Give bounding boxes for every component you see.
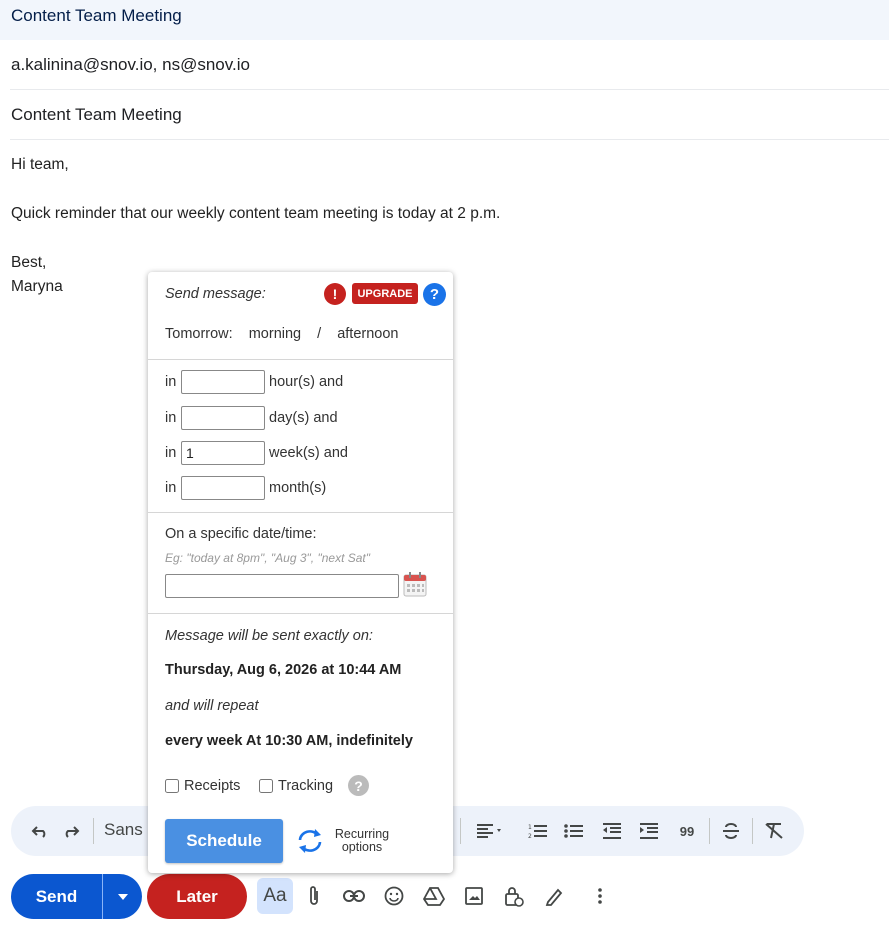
compose-title-bar[interactable]: Content Team Meeting <box>0 0 889 40</box>
subject-field[interactable]: Content Team Meeting <box>10 90 889 140</box>
in-label: in <box>165 374 177 390</box>
strikethrough-icon[interactable] <box>715 812 747 850</box>
upgrade-button[interactable]: UPGRADE <box>352 283 418 304</box>
tracking-checkbox[interactable] <box>259 779 273 793</box>
scheduled-datetime: Thursday, Aug 6, 2026 at 10:44 AM <box>165 662 402 678</box>
send-options-button[interactable] <box>102 874 142 919</box>
svg-text:1: 1 <box>528 824 532 831</box>
formatting-options-button[interactable]: Aa <box>257 878 293 914</box>
tracking-help-icon[interactable]: ? <box>348 775 369 796</box>
bulleted-list-icon[interactable] <box>558 812 590 850</box>
tomorrow-options: Tomorrow: morning / afternoon <box>165 326 398 342</box>
toolbar-divider <box>752 818 753 844</box>
weeks-input[interactable] <box>181 441 265 465</box>
weeks-unit-label: week(s) and <box>269 445 348 461</box>
weeks-row: in week(s) and <box>165 441 348 465</box>
days-input[interactable] <box>181 406 265 430</box>
tomorrow-separator: / <box>317 326 322 342</box>
tomorrow-afternoon-link[interactable]: afternoon <box>337 326 398 342</box>
schedule-button[interactable]: Schedule <box>165 819 283 863</box>
recurring-options-button[interactable]: Recurring options <box>330 828 394 854</box>
subject-value: Content Team Meeting <box>11 105 182 124</box>
redo-icon[interactable] <box>55 812 87 850</box>
alert-badge-icon: ! <box>324 283 346 305</box>
recipients-value: a.kalinina@snov.io, ns@snov.io <box>11 55 250 74</box>
compose-title: Content Team Meeting <box>11 6 182 25</box>
specific-datetime-hint: Eg: "today at 8pm", "Aug 3", "next Sat" <box>165 551 371 565</box>
indent-less-icon[interactable] <box>596 812 628 850</box>
body-line-greeting[interactable]: Hi team, <box>11 156 69 174</box>
font-family-select[interactable]: Sans <box>104 820 143 840</box>
in-label: in <box>165 480 177 496</box>
undo-icon[interactable] <box>24 812 56 850</box>
receipts-option[interactable]: Receipts <box>165 776 240 796</box>
calendar-icon[interactable] <box>403 571 427 597</box>
recurring-label-line2: options <box>341 840 383 854</box>
will-repeat-label: and will repeat <box>165 698 259 714</box>
help-icon[interactable]: ? <box>423 283 446 306</box>
svg-text:2: 2 <box>528 833 532 839</box>
toolbar-divider <box>460 818 461 844</box>
repeat-schedule: every week At 10:30 AM, indefinitely <box>165 733 413 749</box>
months-input[interactable] <box>181 476 265 500</box>
schedule-send-popup: Send message: ! UPGRADE ? Tomorrow: morn… <box>148 272 453 873</box>
hours-input[interactable] <box>181 370 265 394</box>
recipients-field[interactable]: a.kalinina@snov.io, ns@snov.io <box>10 40 889 90</box>
signature-icon[interactable] <box>537 878 571 914</box>
receipts-checkbox[interactable] <box>165 779 179 793</box>
sent-exactly-label: Message will be sent exactly on: <box>165 628 373 644</box>
numbered-list-icon[interactable]: 12 <box>522 812 554 850</box>
months-unit-label: month(s) <box>269 480 327 496</box>
more-options-icon[interactable] <box>583 878 617 914</box>
hours-row: in hour(s) and <box>165 370 343 394</box>
in-label: in <box>165 445 177 461</box>
popup-divider <box>148 359 453 360</box>
chevron-down-icon <box>117 893 128 900</box>
body-line-signoff[interactable]: Best, <box>11 254 46 272</box>
specific-datetime-input[interactable] <box>165 574 399 598</box>
body-line-name[interactable]: Maryna <box>11 278 63 296</box>
tracking-label: Tracking <box>278 778 334 794</box>
days-unit-label: day(s) and <box>269 410 338 426</box>
popup-divider <box>148 512 453 513</box>
body-line-reminder[interactable]: Quick reminder that our weekly content t… <box>11 205 500 223</box>
tomorrow-label: Tomorrow: <box>165 326 233 342</box>
link-icon[interactable] <box>337 878 371 914</box>
confidential-mode-icon[interactable] <box>497 878 531 914</box>
send-button[interactable]: Send <box>11 874 102 919</box>
specific-datetime-label: On a specific date/time: <box>165 526 317 542</box>
receipts-label: Receipts <box>184 778 241 794</box>
attach-icon[interactable] <box>297 878 331 914</box>
quote-icon[interactable]: 99 <box>671 812 703 850</box>
emoji-icon[interactable] <box>377 878 411 914</box>
later-button[interactable]: Later <box>147 874 247 919</box>
months-row: in month(s) <box>165 476 326 500</box>
in-label: in <box>165 410 177 426</box>
toolbar-divider <box>93 818 94 844</box>
recurring-icon[interactable] <box>296 828 324 854</box>
send-message-label: Send message: <box>165 286 266 302</box>
tomorrow-morning-link[interactable]: morning <box>249 326 301 342</box>
remove-formatting-icon[interactable] <box>758 812 790 850</box>
drive-icon[interactable] <box>417 878 451 914</box>
toolbar-divider <box>709 818 710 844</box>
hours-unit-label: hour(s) and <box>269 374 344 390</box>
insert-photo-icon[interactable] <box>457 878 491 914</box>
tracking-option[interactable]: Tracking <box>259 776 333 796</box>
indent-more-icon[interactable] <box>633 812 665 850</box>
popup-divider <box>148 613 453 614</box>
align-icon[interactable] <box>474 812 506 850</box>
days-row: in day(s) and <box>165 406 338 430</box>
